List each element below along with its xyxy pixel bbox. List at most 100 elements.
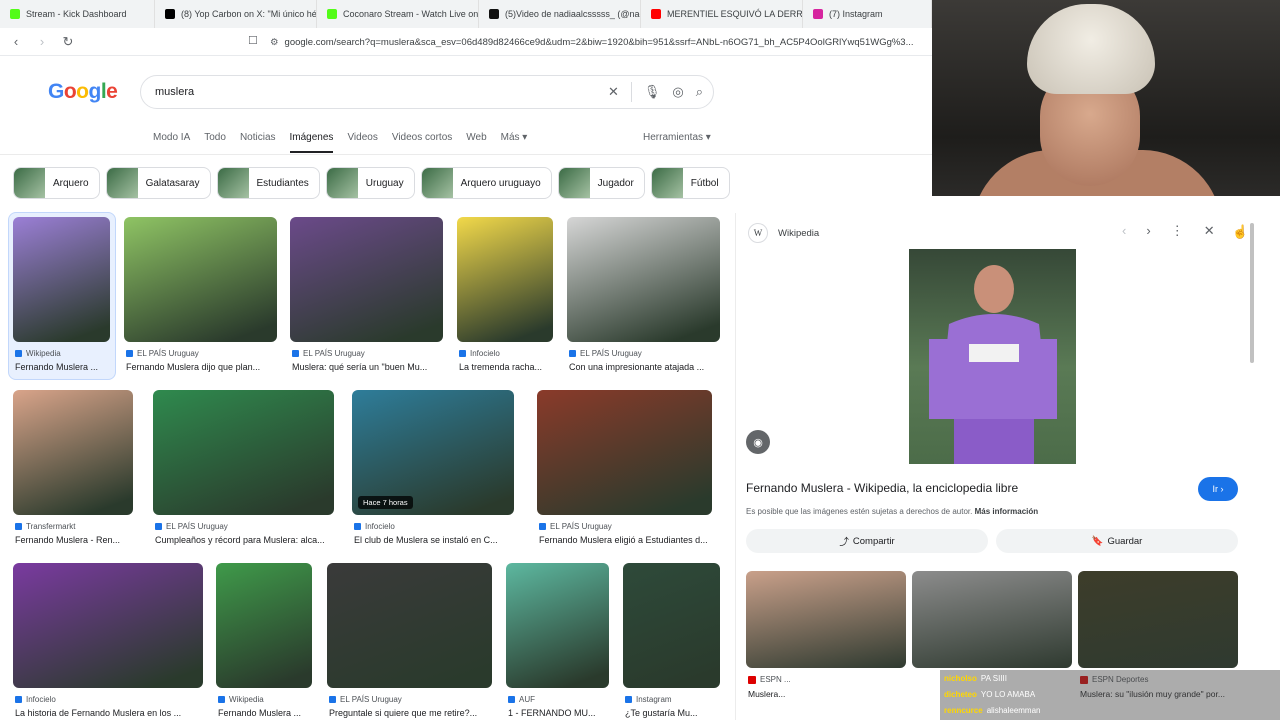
result-title[interactable]: Fernando Muslera ... xyxy=(218,708,314,718)
reload-icon[interactable]: ↻ xyxy=(58,32,78,52)
tab-web[interactable]: Web xyxy=(466,132,486,153)
back-icon[interactable]: ‹ xyxy=(6,32,26,52)
result-source[interactable]: EL PAÍS Uruguay xyxy=(292,349,365,358)
image-result[interactable]: Transfermarkt Fernando Muslera - Ren... xyxy=(13,390,133,550)
result-source[interactable]: Wikipedia xyxy=(218,695,264,704)
result-source[interactable]: EL PAÍS Uruguay xyxy=(155,522,228,531)
image-result[interactable]: Wikipedia Fernando Muslera ... xyxy=(216,563,312,723)
image-result[interactable]: EL PAÍS Uruguay Fernando Muslera dijo que… xyxy=(124,217,277,377)
result-source[interactable]: AUF xyxy=(508,695,535,704)
browser-tab[interactable]: MERENTIEL ESQUIVÓ LA DERROTA Y xyxy=(641,0,803,28)
tab-im-genes[interactable]: Imágenes xyxy=(289,132,334,153)
result-title[interactable]: La tremenda racha... xyxy=(459,362,555,372)
result-image[interactable] xyxy=(327,563,492,688)
more-info-link[interactable]: Más información xyxy=(975,507,1039,516)
previous-icon[interactable]: ‹ xyxy=(1122,223,1126,239)
result-title[interactable]: Con una impresionante atajada ... xyxy=(569,362,722,372)
result-image[interactable] xyxy=(457,217,553,342)
image-result[interactable]: Wikipedia Fernando Muslera ... xyxy=(13,217,110,377)
image-result[interactable]: EL PAÍS Uruguay Muslera: qué sería un "bu… xyxy=(290,217,443,377)
tab-todo[interactable]: Todo xyxy=(204,132,226,153)
result-title[interactable]: Fernando Muslera - Ren... xyxy=(15,535,135,545)
image-result[interactable]: EL PAÍS Uruguay Cumpleaños y récord para … xyxy=(153,390,334,550)
chip-1[interactable]: Galatasaray xyxy=(105,167,211,199)
result-title[interactable]: Fernando Muslera dijo que plan... xyxy=(126,362,279,372)
tab-modo-ia[interactable]: Modo IA xyxy=(153,132,190,153)
result-source[interactable]: EL PAÍS Uruguay xyxy=(539,522,612,531)
related-image[interactable] xyxy=(912,571,1072,668)
browser-tab[interactable]: Stream - Kick Dashboard xyxy=(0,0,155,28)
tab-m-s[interactable]: Más ▾ xyxy=(501,132,528,153)
result-title[interactable]: Preguntale si quiere que me retire?... xyxy=(329,708,494,718)
result-image[interactable] xyxy=(537,390,712,515)
visit-button[interactable]: Ir › xyxy=(1198,477,1238,501)
result-source[interactable]: Transfermarkt xyxy=(15,522,76,531)
tab-videos[interactable]: Videos xyxy=(347,132,377,153)
search-icon[interactable]: ⌕ xyxy=(696,84,703,100)
microphone-icon[interactable]: 🎙 xyxy=(644,84,661,100)
more-options-icon[interactable]: ⋮ xyxy=(1171,223,1184,239)
result-image[interactable] xyxy=(153,390,334,515)
tab-videos-cortos[interactable]: Videos cortos xyxy=(392,132,452,153)
close-icon[interactable]: ✕ xyxy=(1204,223,1215,239)
chip-2[interactable]: Estudiantes xyxy=(216,167,320,199)
clear-icon[interactable]: ✕ xyxy=(608,84,619,100)
result-source[interactable]: EL PAÍS Uruguay xyxy=(329,695,402,704)
google-logo[interactable]: Google xyxy=(48,80,118,104)
result-image[interactable] xyxy=(13,217,110,342)
visual-search-icon[interactable]: ◉ xyxy=(746,430,770,454)
site-info-icon[interactable]: ⚙ xyxy=(270,37,279,48)
result-source[interactable]: Wikipedia xyxy=(15,349,61,358)
result-source[interactable]: Infocielo xyxy=(15,695,56,704)
preview-title[interactable]: Fernando Muslera - Wikipedia, la enciclo… xyxy=(746,481,1018,495)
result-source[interactable]: Infocielo xyxy=(354,522,395,531)
result-image[interactable] xyxy=(124,217,277,342)
address-bar[interactable]: ⚙ google.com/search?q=muslera&sca_esv=06… xyxy=(270,32,925,52)
chip-0[interactable]: Arquero xyxy=(13,167,100,199)
result-title[interactable]: El club de Muslera se instaló en C... xyxy=(354,535,516,545)
image-result[interactable]: Infocielo La tremenda racha... xyxy=(457,217,553,377)
result-source[interactable]: EL PAÍS Uruguay xyxy=(126,349,199,358)
browser-tab[interactable]: Coconaro Stream - Watch Live on Ki xyxy=(317,0,479,28)
tools-button[interactable]: Herramientas ▾ xyxy=(643,132,711,143)
browser-tab[interactable]: (5)Video de nadiaalcsssss_ (@nadiaa xyxy=(479,0,641,28)
save-button[interactable]: 🔖 Guardar xyxy=(996,529,1238,553)
result-title[interactable]: Muslera: qué sería un "buen Mu... xyxy=(292,362,445,372)
related-title[interactable]: Muslera... xyxy=(748,689,908,699)
image-result[interactable]: Instagram ¿Te gustaría Mu... xyxy=(623,563,720,723)
result-image[interactable] xyxy=(290,217,443,342)
bookmark-icon[interactable]: ☐ xyxy=(248,34,258,47)
result-title[interactable]: 1 - FERNANDO MU... xyxy=(508,708,611,718)
preview-image[interactable] xyxy=(909,249,1076,464)
result-image[interactable] xyxy=(567,217,720,342)
chip-5[interactable]: Jugador xyxy=(557,167,645,199)
scrollbar-thumb[interactable] xyxy=(1250,223,1254,363)
result-title[interactable]: Fernando Muslera eligió a Estudiantes d.… xyxy=(539,535,714,545)
share-button[interactable]: ⤴ Compartir xyxy=(746,529,988,553)
result-title[interactable]: Cumpleaños y récord para Muslera: alca..… xyxy=(155,535,336,545)
related-image[interactable] xyxy=(1078,571,1238,668)
image-result[interactable]: AUF 1 - FERNANDO MU... xyxy=(506,563,609,723)
result-image[interactable] xyxy=(623,563,720,688)
result-source[interactable]: Infocielo xyxy=(459,349,500,358)
forward-icon[interactable]: › xyxy=(32,32,52,52)
image-result[interactable]: EL PAÍS Uruguay Fernando Muslera eligió a… xyxy=(537,390,712,550)
preview-source[interactable]: W Wikipedia xyxy=(748,223,819,243)
image-result[interactable]: EL PAÍS Uruguay Con una impresionante ata… xyxy=(567,217,720,377)
image-result[interactable]: Hace 7 horas Infocielo El club de Muslera … xyxy=(352,390,514,550)
result-title[interactable]: La historia de Fernando Muslera en los .… xyxy=(15,708,205,718)
result-title[interactable]: Fernando Muslera ... xyxy=(15,362,112,372)
chip-4[interactable]: Arquero uruguayo xyxy=(420,167,552,199)
related-source[interactable]: ESPN ... xyxy=(748,675,791,684)
tab-noticias[interactable]: Noticias xyxy=(240,132,276,153)
image-result[interactable]: Infocielo La historia de Fernando Muslera… xyxy=(13,563,203,723)
scrollbar[interactable] xyxy=(1248,213,1256,373)
result-source[interactable]: Instagram xyxy=(625,695,672,704)
result-image[interactable] xyxy=(216,563,312,688)
related-image[interactable] xyxy=(746,571,906,668)
next-icon[interactable]: › xyxy=(1146,223,1150,239)
lens-icon[interactable]: ◎ xyxy=(672,84,683,100)
result-image[interactable] xyxy=(13,563,203,688)
result-image[interactable]: Hace 7 horas xyxy=(352,390,514,515)
result-title[interactable]: ¿Te gustaría Mu... xyxy=(625,708,722,718)
